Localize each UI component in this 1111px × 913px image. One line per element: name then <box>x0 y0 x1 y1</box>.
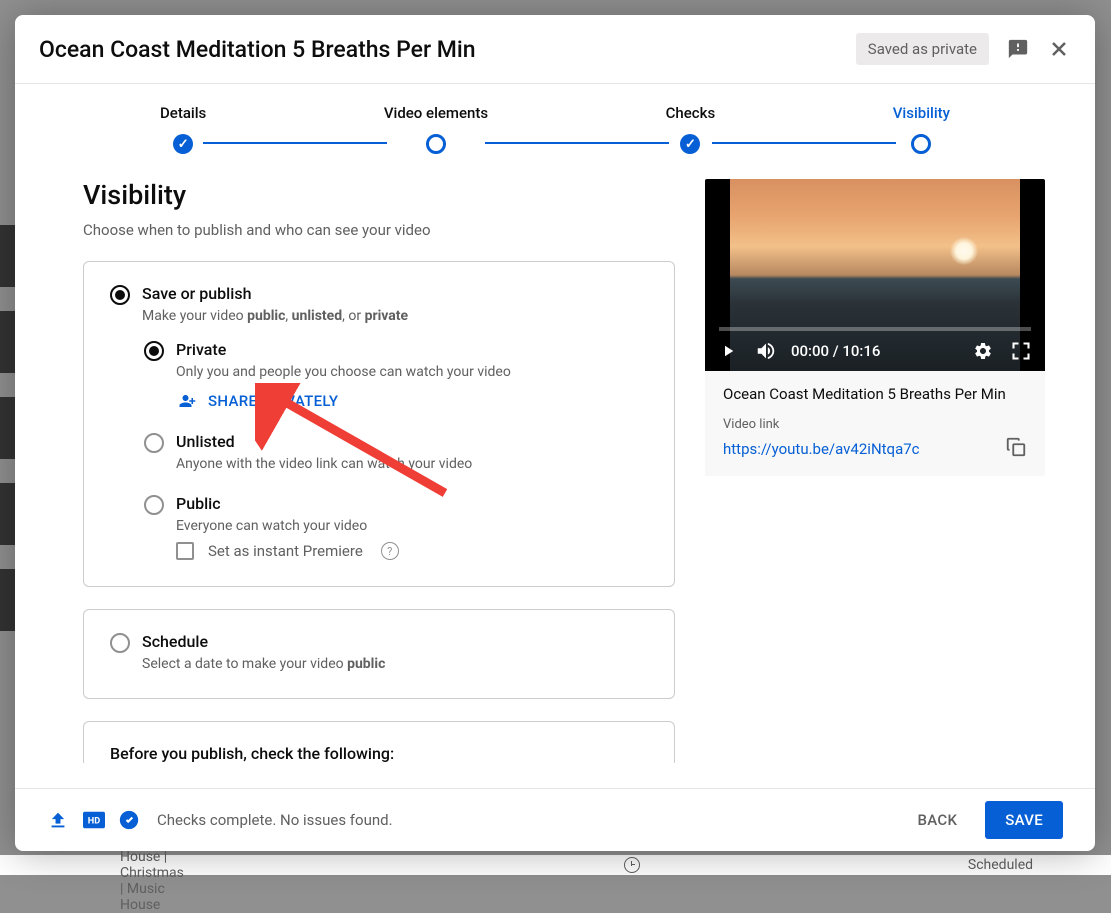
help-icon[interactable]: ? <box>381 542 399 560</box>
section-subtitle: Choose when to publish and who can see y… <box>83 221 675 239</box>
dialog-footer: HD Checks complete. No issues found. BAC… <box>15 788 1095 851</box>
save-status-pill: Saved as private <box>856 33 989 65</box>
step-details[interactable]: Details ✓ <box>160 104 206 154</box>
dialog-header: Ocean Coast Meditation 5 Breaths Per Min… <box>15 15 1095 84</box>
clock-icon <box>624 857 640 873</box>
stepper: Details ✓ Video elements Checks ✓ Visibi… <box>15 84 1095 149</box>
upload-icon <box>47 809 69 831</box>
radio-private[interactable] <box>144 341 164 361</box>
check-circle-icon <box>119 810 139 830</box>
step-checks[interactable]: Checks ✓ <box>666 104 716 154</box>
copy-icon[interactable] <box>1005 436 1027 458</box>
back-button[interactable]: BACK <box>903 801 971 839</box>
radio-schedule[interactable] <box>110 633 130 653</box>
visibility-dialog: Ocean Coast Meditation 5 Breaths Per Min… <box>15 15 1095 851</box>
step-video-elements[interactable]: Video elements <box>384 104 488 154</box>
save-button[interactable]: SAVE <box>985 801 1063 839</box>
save-publish-desc: Make your video public, unlisted, or pri… <box>142 308 408 324</box>
radio-save-publish[interactable] <box>110 285 130 305</box>
feedback-icon[interactable] <box>1007 38 1029 60</box>
publish-note-card: Before you publish, check the following: <box>83 721 675 763</box>
video-time: 00:00 / 10:16 <box>791 342 880 360</box>
close-icon[interactable] <box>1047 37 1071 61</box>
schedule-card: Schedule Select a date to make your vide… <box>83 609 675 699</box>
footer-status: Checks complete. No issues found. <box>157 811 393 829</box>
hd-icon: HD <box>83 811 105 829</box>
save-publish-card: Save or publish Make your video public, … <box>83 261 675 587</box>
person-add-icon <box>176 392 198 410</box>
background-table-row: Angels In The House | Christmas | Music … <box>0 855 1111 875</box>
fullscreen-icon[interactable] <box>1011 341 1031 361</box>
dialog-title: Ocean Coast Meditation 5 Breaths Per Min <box>39 36 476 63</box>
video-thumbnail[interactable]: 00:00 / 10:16 <box>705 179 1045 371</box>
link-label: Video link <box>723 417 1027 432</box>
svg-text:HD: HD <box>88 817 100 827</box>
radio-unlisted[interactable] <box>144 433 164 453</box>
volume-icon[interactable] <box>755 340 777 362</box>
publish-note: Before you publish, check the following: <box>110 744 648 763</box>
video-link[interactable]: https://youtu.be/av42iNtqa7c <box>723 440 920 458</box>
section-title: Visibility <box>83 179 675 211</box>
step-visibility[interactable]: Visibility <box>893 104 950 154</box>
checkbox-premiere[interactable] <box>176 542 194 560</box>
play-icon[interactable] <box>719 341 737 361</box>
save-publish-label: Save or publish <box>142 284 408 303</box>
video-preview: 00:00 / 10:16 Ocean Coast Meditation 5 B… <box>705 179 1045 476</box>
gear-icon[interactable] <box>973 341 993 361</box>
radio-public[interactable] <box>144 495 164 515</box>
preview-title: Ocean Coast Meditation 5 Breaths Per Min <box>723 385 1027 403</box>
share-privately-button[interactable]: SHARE PRIVATELY <box>176 392 511 410</box>
